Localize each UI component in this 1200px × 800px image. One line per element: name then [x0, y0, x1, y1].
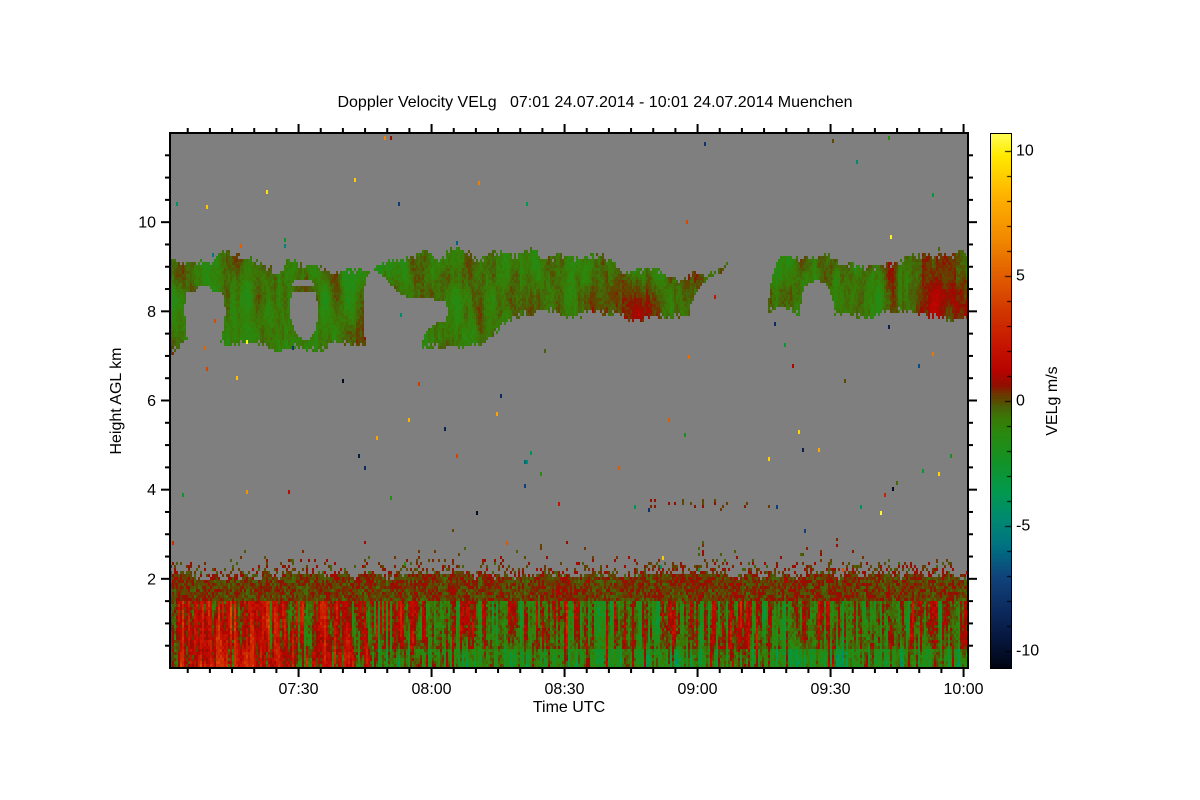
x-tick-label: 08:00	[412, 681, 452, 698]
colorbar-tick-label: 5	[1016, 268, 1025, 285]
colorbar-label: VELg m/s	[1044, 366, 1061, 436]
x-tick-label: 07:30	[279, 681, 319, 698]
figure: Doppler Velocity VELg 07:01 24.07.2014 -…	[0, 0, 1200, 800]
x-tick-label: 10:00	[944, 681, 984, 698]
x-tick-label: 09:00	[678, 681, 718, 698]
colorbar-tick-label: 10	[1016, 143, 1034, 160]
colorbar-tick-label: 0	[1016, 393, 1025, 410]
plot-frame	[169, 132, 969, 669]
y-tick-label: 10	[138, 215, 156, 232]
y-tick-label: 4	[147, 482, 156, 499]
colorbar-tick-label: -5	[1016, 518, 1030, 535]
y-axis-label: Height AGL km	[108, 347, 125, 455]
y-tick-label: 6	[147, 393, 156, 410]
colorbar-tick-label: -10	[1016, 643, 1039, 660]
y-tick-label: 2	[147, 571, 156, 588]
x-axis-label: Time UTC	[532, 699, 606, 716]
y-tick-label: 8	[147, 304, 156, 321]
axes-layer: 07:30 08:00 08:30 09:00 09:30 10:00 2 4 6 8 10 10 5 0…	[138, 124, 1039, 698]
x-tick-label: 08:30	[545, 681, 585, 698]
x-tick-label: 09:30	[811, 681, 851, 698]
